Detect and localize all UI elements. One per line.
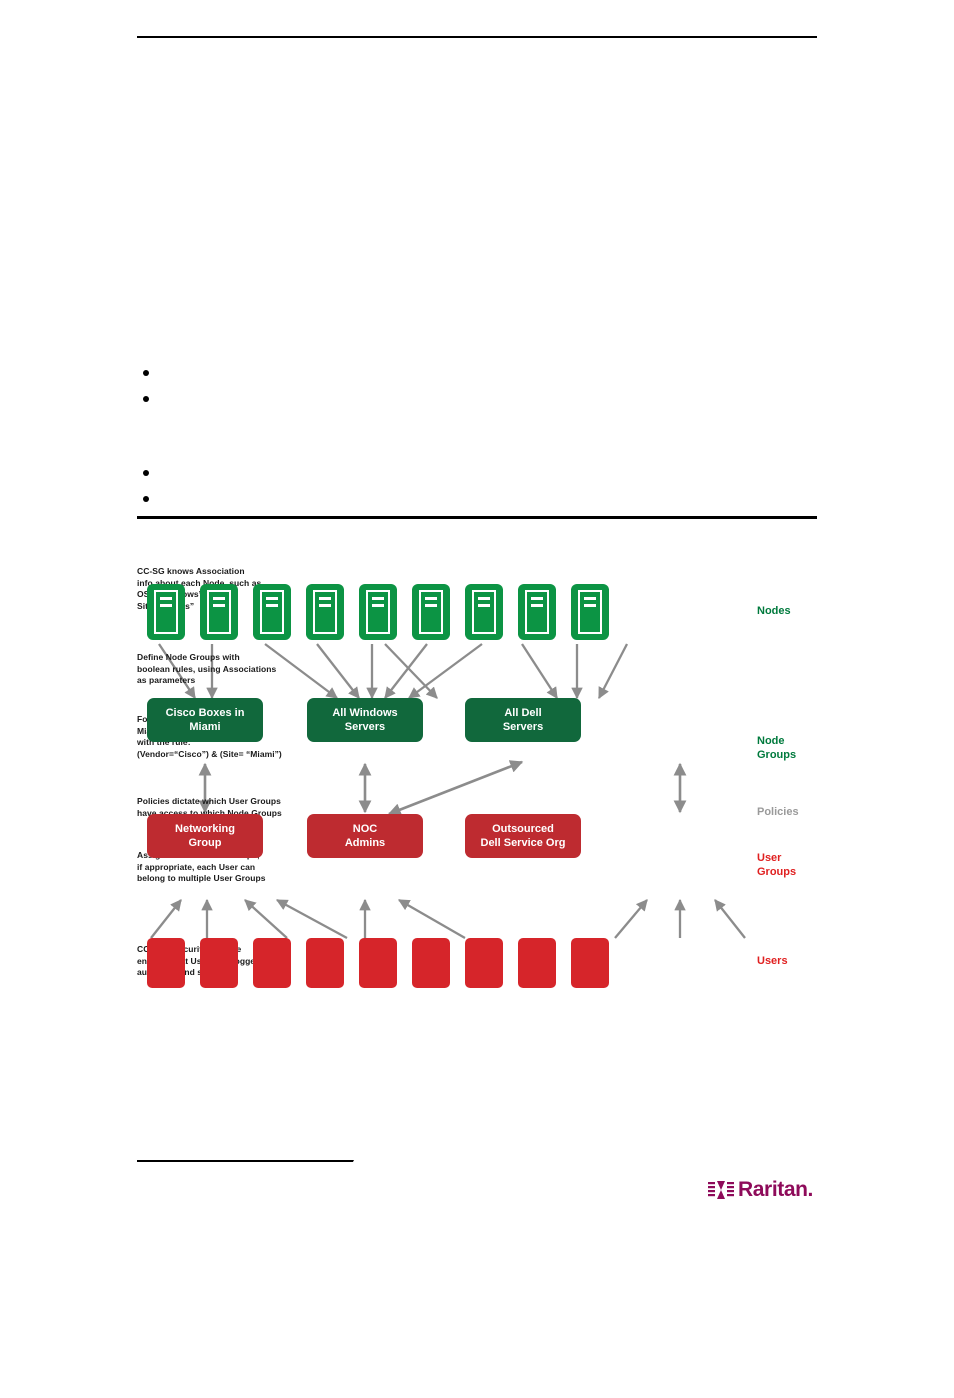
- bullet-list: [137, 363, 737, 515]
- node-screen-icon: [472, 590, 496, 634]
- cc-sg-association-diagram: CC-SG knows Association info about each …: [137, 556, 954, 1341]
- label-nodes: Nodes: [757, 605, 791, 617]
- section-rule: [137, 516, 817, 519]
- user-icon[interactable]: [412, 938, 897, 1341]
- node-bar-icon: [160, 604, 172, 607]
- list-item: [137, 389, 737, 415]
- bullet-dot-icon: [143, 470, 149, 476]
- header-rule: [137, 36, 817, 38]
- list-item: [137, 363, 737, 389]
- node-icon[interactable]: [465, 584, 503, 640]
- user-icon[interactable]: [359, 938, 844, 1341]
- user-icon[interactable]: [253, 938, 738, 1341]
- node-screen-icon: [154, 590, 178, 634]
- user-icon[interactable]: [200, 938, 685, 1341]
- raritan-wordmark: Raritan.: [738, 1178, 813, 1201]
- user-icon[interactable]: [306, 938, 791, 1341]
- bullet-dot-icon: [143, 396, 149, 402]
- node-screen-icon: [260, 590, 284, 634]
- user-icon[interactable]: [518, 938, 954, 1341]
- node-icon[interactable]: [306, 584, 344, 640]
- node-icon[interactable]: [571, 584, 609, 640]
- node-bar-icon: [531, 597, 543, 600]
- node-screen-icon: [578, 590, 602, 634]
- node-bar-icon: [425, 597, 437, 600]
- node-icon[interactable]: [359, 584, 397, 640]
- node-bar-icon: [213, 604, 225, 607]
- node-group-all-windows[interactable]: All Windows Servers: [307, 698, 423, 742]
- label-policies: Policies: [757, 806, 799, 818]
- node-bar-icon: [266, 597, 278, 600]
- user-icon[interactable]: [465, 938, 950, 1341]
- node-bar-icon: [160, 597, 172, 600]
- node-bar-icon: [584, 604, 596, 607]
- node-bar-icon: [372, 597, 384, 600]
- node-bar-icon: [425, 604, 437, 607]
- node-bar-icon: [213, 597, 225, 600]
- node-group-all-dell[interactable]: All Dell Servers: [465, 698, 581, 742]
- raritan-logo: Raritan.: [708, 1178, 813, 1202]
- node-bar-icon: [478, 604, 490, 607]
- user-icon[interactable]: [571, 938, 954, 1341]
- bullet-dot-icon: [143, 370, 149, 376]
- node-bar-icon: [584, 597, 596, 600]
- arrows-users-to-user-groups: [150, 898, 746, 940]
- list-item: [137, 489, 737, 515]
- node-screen-icon: [207, 590, 231, 634]
- user-group-outsourced[interactable]: Outsourced Dell Service Org: [465, 814, 581, 858]
- node-bar-icon: [478, 597, 490, 600]
- node-screen-icon: [525, 590, 549, 634]
- node-screen-icon: [366, 590, 390, 634]
- node-icon[interactable]: [518, 584, 556, 640]
- node-group-cisco-miami[interactable]: Cisco Boxes in Miami: [147, 698, 263, 742]
- node-bar-icon: [319, 597, 331, 600]
- bullet-dot-icon: [143, 496, 149, 502]
- node-icon[interactable]: [412, 584, 450, 640]
- raritan-mark-icon: [708, 1181, 734, 1199]
- node-icon[interactable]: [147, 584, 185, 640]
- node-bar-icon: [266, 604, 278, 607]
- node-screen-icon: [313, 590, 337, 634]
- user-group-noc-admins[interactable]: NOC Admins: [307, 814, 423, 858]
- node-bar-icon: [319, 604, 331, 607]
- node-icon[interactable]: [200, 584, 238, 640]
- stick-figure-icon: [766, 983, 954, 1341]
- list-item: [137, 463, 737, 489]
- user-group-networking[interactable]: Networking Group: [147, 814, 263, 858]
- node-bar-icon: [372, 604, 384, 607]
- user-icon[interactable]: [147, 938, 632, 1341]
- node-icon[interactable]: [253, 584, 291, 640]
- label-node-groups: Node Groups: [757, 735, 797, 761]
- node-screen-icon: [419, 590, 443, 634]
- label-user-groups: User Groups: [757, 852, 797, 878]
- caption-node-groups: Define Node Groups with boolean rules, u…: [137, 652, 277, 685]
- node-bar-icon: [531, 604, 543, 607]
